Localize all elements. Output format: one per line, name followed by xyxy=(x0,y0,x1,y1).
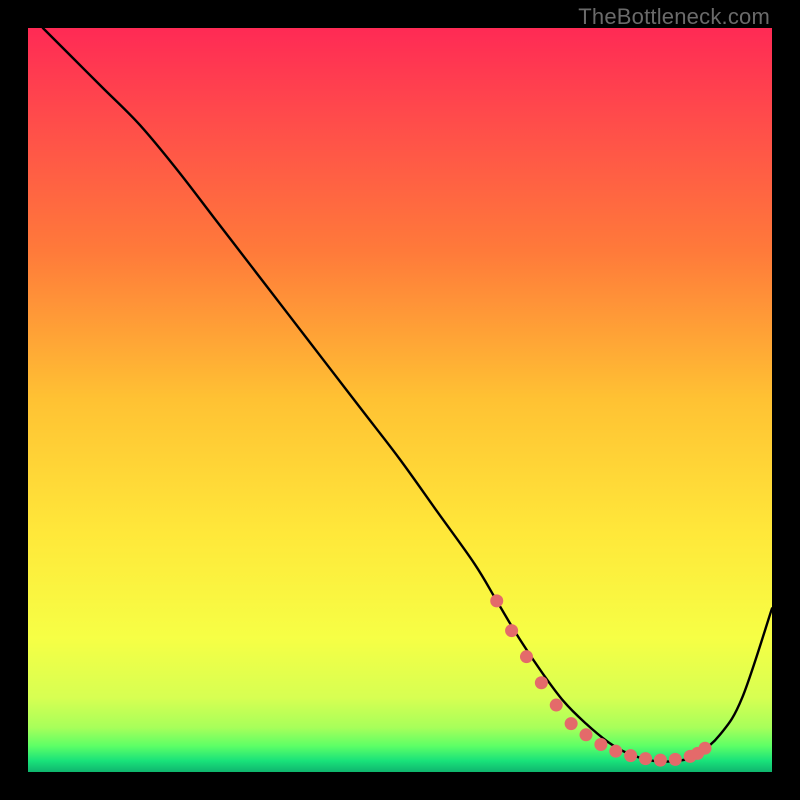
highlight-dot xyxy=(580,728,593,741)
highlight-dot xyxy=(535,676,548,689)
highlight-dot xyxy=(505,624,518,637)
highlight-dot xyxy=(490,594,503,607)
highlight-dot xyxy=(624,749,637,762)
highlight-dot xyxy=(609,745,622,758)
bottleneck-chart xyxy=(28,28,772,772)
highlight-dot xyxy=(565,717,578,730)
highlight-dot xyxy=(520,650,533,663)
highlight-dot xyxy=(550,699,563,712)
chart-frame xyxy=(28,28,772,772)
highlight-dot xyxy=(594,738,607,751)
chart-background xyxy=(28,28,772,772)
highlight-dot xyxy=(669,753,682,766)
highlight-dot xyxy=(654,754,667,767)
highlight-dot xyxy=(699,742,712,755)
highlight-dot xyxy=(639,752,652,765)
watermark-text: TheBottleneck.com xyxy=(578,4,770,30)
